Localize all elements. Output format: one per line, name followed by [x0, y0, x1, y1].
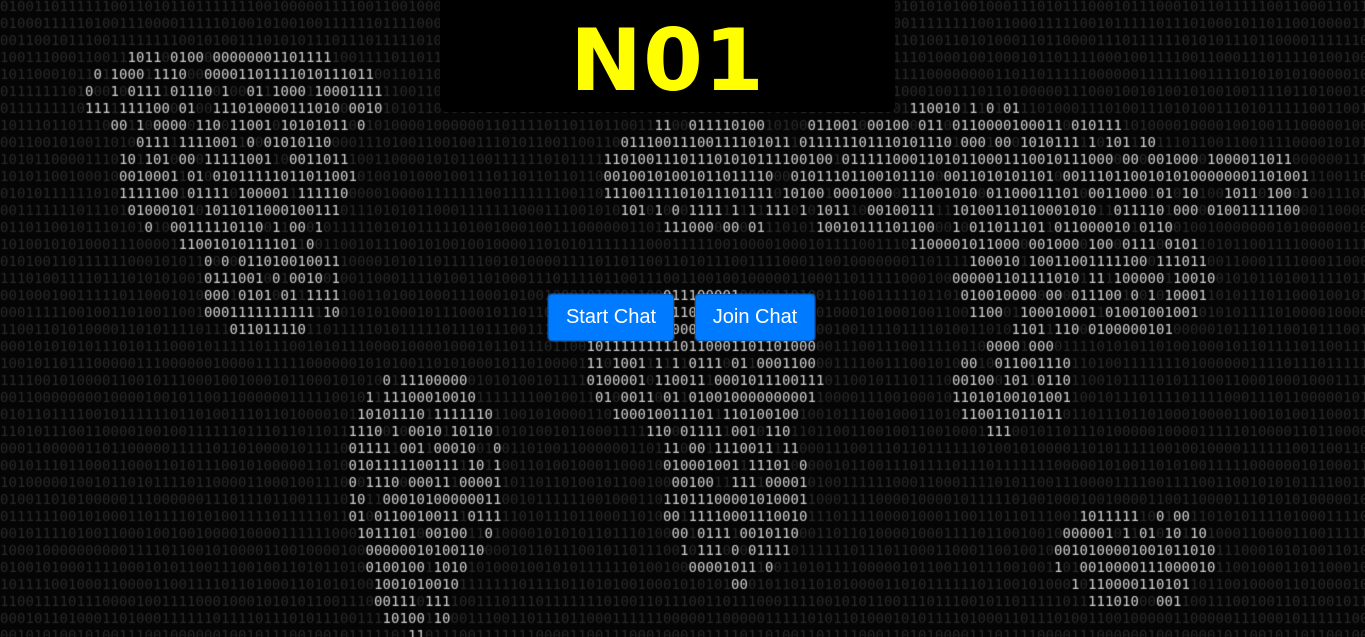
chat-actions: Start Chat Join Chat [548, 294, 815, 341]
start-chat-button[interactable]: Start Chat [548, 294, 674, 341]
app-title: N01 [570, 11, 765, 111]
title-banner: N01 [440, 0, 895, 112]
join-chat-button[interactable]: Join Chat [695, 294, 815, 341]
